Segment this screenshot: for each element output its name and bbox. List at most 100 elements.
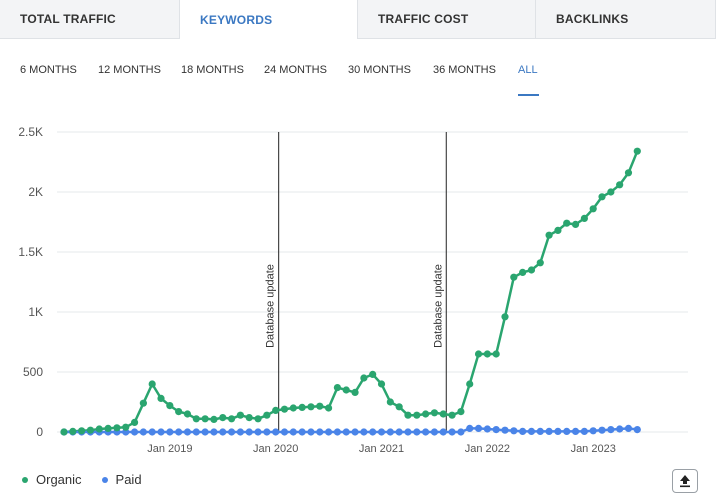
period-30-months[interactable]: 30 MONTHS xyxy=(348,64,411,76)
data-point-paid xyxy=(139,428,147,436)
data-point-paid xyxy=(263,428,271,436)
data-point-organic xyxy=(183,410,192,418)
chart-legend: Organic Paid xyxy=(22,472,162,487)
period-24-months[interactable]: 24 MONTHS xyxy=(264,64,327,76)
tab-traffic-cost[interactable]: TRAFFIC COST xyxy=(358,0,536,38)
y-tick-label: 0 xyxy=(36,425,43,439)
data-point-paid xyxy=(157,428,165,436)
data-point-organic xyxy=(122,423,130,431)
data-point-organic xyxy=(360,374,368,382)
data-point-organic xyxy=(624,169,633,177)
data-point-paid xyxy=(369,428,377,436)
data-point-paid xyxy=(580,427,588,435)
data-point-organic xyxy=(69,427,77,435)
data-point-organic xyxy=(492,350,500,358)
data-point-paid xyxy=(377,428,386,436)
export-button[interactable] xyxy=(672,469,698,493)
data-point-paid xyxy=(201,428,209,436)
data-point-paid xyxy=(571,427,580,435)
data-point-paid xyxy=(466,424,474,432)
data-point-paid xyxy=(316,428,324,436)
legend-label-organic: Organic xyxy=(36,472,82,487)
data-point-paid xyxy=(457,428,465,436)
data-point-organic xyxy=(210,415,218,423)
period-36-months[interactable]: 36 MONTHS xyxy=(433,64,496,76)
data-point-organic xyxy=(289,404,297,412)
data-point-organic xyxy=(474,350,483,358)
y-tick-label: 2.5K xyxy=(18,125,43,139)
period-18-months[interactable]: 18 MONTHS xyxy=(181,64,244,76)
data-point-organic xyxy=(333,384,342,392)
data-point-organic xyxy=(633,147,641,155)
data-point-paid xyxy=(130,428,139,436)
data-point-organic xyxy=(422,410,430,418)
x-tick-label: Jan 2023 xyxy=(571,443,616,455)
tab-label: KEYWORDS xyxy=(200,12,273,27)
annotation-label: Database update xyxy=(432,264,444,348)
data-point-paid xyxy=(501,426,509,434)
data-point-organic xyxy=(377,380,386,388)
data-point-organic xyxy=(325,404,333,412)
data-point-organic xyxy=(263,411,271,419)
legend-label-paid: Paid xyxy=(115,472,142,487)
period-all[interactable]: ALL xyxy=(518,64,538,76)
tab-label: TOTAL TRAFFIC xyxy=(20,12,116,26)
data-point-organic xyxy=(192,415,200,423)
data-point-paid xyxy=(598,426,606,434)
data-point-organic xyxy=(175,408,183,416)
data-point-paid xyxy=(360,428,368,436)
data-point-paid xyxy=(236,428,244,436)
data-point-organic xyxy=(351,388,359,396)
data-point-organic xyxy=(527,266,536,274)
data-point-paid xyxy=(413,428,421,436)
tab-backlinks[interactable]: BACKLINKS xyxy=(536,0,716,38)
data-point-organic xyxy=(448,411,456,419)
data-point-organic xyxy=(139,399,147,407)
data-point-organic xyxy=(501,313,509,321)
data-point-paid xyxy=(192,428,200,436)
data-point-organic xyxy=(607,188,615,196)
data-point-paid xyxy=(483,425,491,433)
data-point-organic xyxy=(430,409,439,417)
data-point-paid xyxy=(307,428,315,436)
data-point-paid xyxy=(386,428,394,436)
data-point-organic xyxy=(254,415,262,423)
data-point-paid xyxy=(272,428,280,436)
data-point-paid xyxy=(351,428,359,436)
data-point-paid xyxy=(589,427,597,435)
export-icon xyxy=(680,475,690,488)
data-point-organic xyxy=(219,414,227,422)
data-point-organic xyxy=(148,380,156,388)
data-point-paid xyxy=(448,428,456,436)
data-point-organic xyxy=(554,226,562,234)
data-point-paid xyxy=(616,425,624,433)
data-point-organic xyxy=(95,425,103,433)
data-point-paid xyxy=(510,427,518,435)
data-point-organic xyxy=(227,415,236,423)
data-point-paid xyxy=(219,428,227,436)
tab-keywords[interactable]: KEYWORDS xyxy=(180,0,358,39)
legend-item-paid[interactable]: Paid xyxy=(101,472,142,487)
data-point-organic xyxy=(536,259,544,267)
data-point-paid xyxy=(227,428,236,436)
data-point-organic xyxy=(245,414,253,422)
data-point-organic xyxy=(466,380,474,388)
data-point-paid xyxy=(210,428,218,436)
data-point-organic xyxy=(395,403,403,411)
tab-label: BACKLINKS xyxy=(556,12,629,26)
data-point-organic xyxy=(280,405,289,413)
data-point-paid xyxy=(183,428,192,436)
x-tick-label: Jan 2021 xyxy=(359,443,404,455)
data-point-organic xyxy=(342,386,350,394)
data-point-organic xyxy=(616,181,624,189)
period-12-months[interactable]: 12 MONTHS xyxy=(98,64,161,76)
period-6-months[interactable]: 6 MONTHS xyxy=(20,64,77,76)
data-point-organic xyxy=(519,268,527,276)
tab-total-traffic[interactable]: TOTAL TRAFFIC xyxy=(0,0,180,38)
y-tick-label: 1.5K xyxy=(18,245,43,259)
legend-item-organic[interactable]: Organic xyxy=(22,472,82,487)
annotation-label: Database update xyxy=(265,264,277,348)
data-point-paid xyxy=(254,428,262,436)
data-point-organic xyxy=(316,402,324,410)
data-point-paid xyxy=(633,426,641,434)
